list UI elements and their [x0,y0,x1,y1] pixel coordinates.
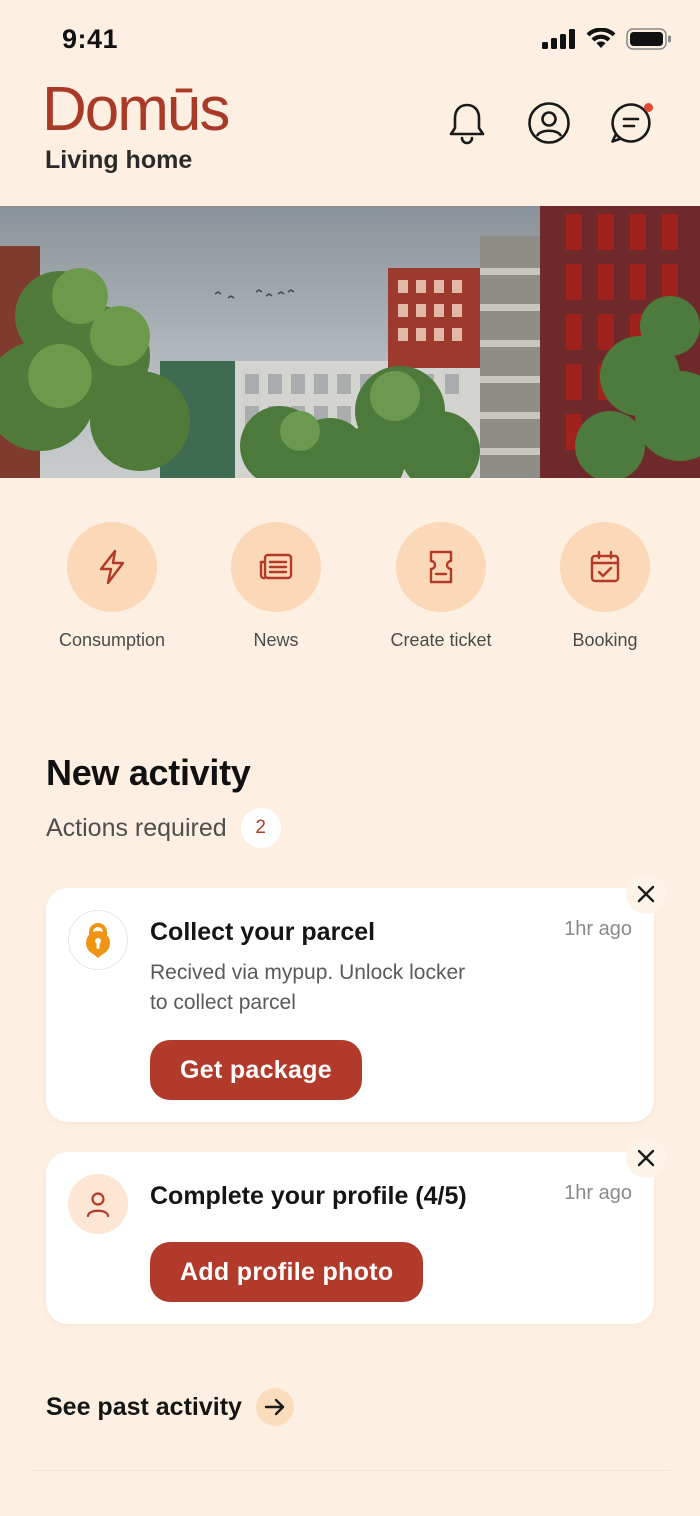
activity-title: New activity [46,752,251,793]
quick-action-label: Booking [572,630,638,650]
status-icons [542,28,672,50]
wifi-icon [586,28,616,48]
card-time: 1hr ago [564,1182,632,1204]
quick-action-consumption[interactable]: Consumption [37,522,187,651]
quick-action-label: News [253,630,299,650]
brand: Domūs Living home [42,75,230,175]
notifications-button[interactable] [444,100,490,146]
activity-card-profile: Complete your profile (4/5) 1hr ago Add … [46,1138,666,1324]
quick-action-label: Create ticket [390,630,492,650]
quick-action-label: Consumption [58,630,166,650]
divider [30,1470,670,1471]
calendar-icon [590,550,620,583]
dismiss-button[interactable] [626,1138,666,1178]
activity-subtitle: Actions required [46,813,227,842]
add-profile-photo-button[interactable]: Add profile photo [150,1242,424,1302]
actions-count-badge: 2 [240,808,281,848]
card-avatar [68,1174,128,1234]
card-description: Recived via mypup. Unlock locker to coll… [150,961,466,1014]
past-activity-label: See past activity [46,1392,242,1421]
activity-subtitle-row: Actions required 2 [46,808,281,848]
signal-icon [542,29,575,49]
lock-icon [86,923,110,958]
brand-logo: Domūs [42,75,230,144]
hero-image [0,206,700,478]
quick-action-news[interactable]: News [201,522,351,651]
quick-action-create-ticket[interactable]: Create ticket [366,522,516,651]
lightning-icon [99,549,125,585]
bell-icon [449,103,485,145]
profile-icon [528,102,570,144]
activity-card-parcel: Collect your parcel 1hr ago Recived via … [46,874,666,1122]
get-package-button[interactable]: Get package [150,1040,362,1100]
header-icons [444,100,654,146]
close-icon [637,1149,655,1167]
newspaper-icon [259,553,293,580]
messages-button[interactable] [608,100,654,146]
unread-dot [644,103,653,112]
card-title: Collect your parcel [150,918,376,946]
dismiss-button[interactable] [626,874,666,914]
battery-icon [626,28,671,50]
arrow-right-icon [255,1388,294,1426]
brand-tagline: Living home [45,146,193,174]
status-bar: 9:41 [0,0,700,80]
status-time: 9:41 [62,24,119,54]
card-title: Complete your profile (4/5) [150,1182,467,1210]
ticket-icon [429,550,453,584]
see-past-activity-link[interactable]: See past activity [46,1388,294,1426]
user-icon [86,1192,110,1218]
quick-action-booking[interactable]: Booking [530,522,680,651]
close-icon [637,885,655,903]
card-time: 1hr ago [564,918,632,940]
profile-button[interactable] [526,100,572,146]
building-illustration [0,206,700,478]
card-avatar [68,910,128,970]
